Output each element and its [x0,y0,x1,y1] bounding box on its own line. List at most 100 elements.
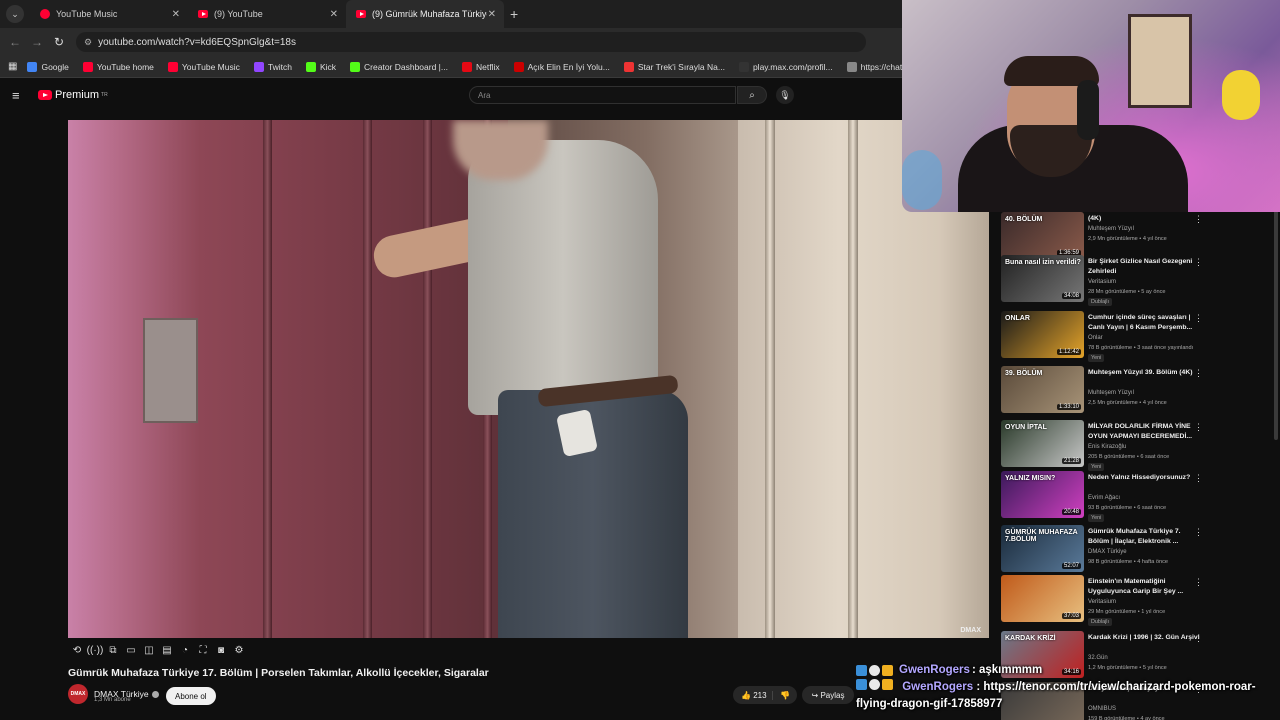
chat-username: GwenRogers [902,681,974,693]
recommendation-title[interactable]: (4K) [1088,214,1200,224]
recommendation-thumbnail[interactable]: YALNIZ MISIN? 20:48 [1001,471,1084,518]
recommendation-title[interactable]: Einstein'ın Matematiğini Uyguluyunca Gar… [1088,577,1200,597]
video-player[interactable]: DMAX [68,120,989,638]
share-button[interactable]: ↪ Paylaş [802,686,854,704]
loop-icon[interactable]: ⟲ [68,645,86,656]
new-tab-icon[interactable]: + [510,6,518,22]
bookmark-item[interactable]: Google [27,61,69,72]
recommendation-title[interactable]: Bir Şirket Gizlice Nasıl Gezegeni Zehirl… [1088,257,1200,277]
recommendation-channel[interactable]: Veritasium [1088,599,1116,605]
recommendation-thumbnail[interactable]: OYUN İPTAL 21:28 [1001,420,1084,467]
recommendation-channel[interactable]: Evrim Ağacı [1088,495,1120,501]
bits-badge-icon [869,665,880,676]
more-options-icon[interactable]: ⋮ [1194,473,1203,484]
more-options-icon[interactable]: ⋮ [1194,633,1203,644]
more-options-icon[interactable]: ⋮ [1194,257,1203,268]
channel-avatar[interactable]: DMAX [68,684,88,704]
recommendation-item[interactable]: YALNIZ MISIN? 20:48 Neden Yalnız Hissediyo… [1000,471,1280,525]
bookmark-favicon-icon [738,61,749,72]
bookmark-item[interactable]: Creator Dashboard |... [350,61,448,72]
recommendation-title[interactable]: Gümrük Muhafaza Türkiye 7. Bölüm | İlaçl… [1088,527,1200,547]
recommendation-thumbnail[interactable]: 40. BÖLÜM 1:36:59 [1001,212,1084,259]
apps-grid-icon[interactable]: ▦ [8,61,17,72]
audio-icon[interactable]: ((·)) [86,645,104,656]
cinema-icon[interactable]: ▭ [122,645,140,656]
more-options-icon[interactable]: ⋮ [1194,313,1203,324]
thumbnail-text: YALNIZ MISIN? [1005,475,1056,482]
pip-icon[interactable]: ◫ [140,645,158,656]
bookmark-item[interactable]: YouTube home [82,61,154,72]
speed-icon[interactable]: ◔ [176,645,194,656]
more-options-icon[interactable]: ⋮ [1194,527,1203,538]
recommendation-channel[interactable]: Enis Kirazoğlu [1088,444,1126,450]
browser-tab-youtube-music[interactable]: YouTube Music ✕ [30,0,188,28]
sub-badge-icon [856,665,867,676]
search-input[interactable]: Ara [469,86,736,104]
browser-tab-active-video[interactable]: (9) Gümrük Muhafaza Türkiye 1 ✕ [346,0,504,28]
recommendation-item[interactable]: 37:03 Einstein'ın Matematiğini Uyguluyunc… [1000,575,1280,629]
bookmark-item[interactable]: Twitch [253,61,292,72]
sub-badge-icon [856,679,867,690]
more-options-icon[interactable]: ⋮ [1194,368,1203,379]
bookmark-item[interactable]: play.max.com/profil... [738,61,833,72]
recommendation-item[interactable]: 39. BÖLÜM 1:33:10 Muhteşem Yüzyıl 39. Bölü… [1000,366,1280,420]
recommendation-thumbnail[interactable]: 37:03 [1001,575,1084,622]
bookmark-item[interactable]: Star Trek'i Sırayla Na... [623,61,725,72]
gear-icon[interactable]: ⚙ [230,645,248,656]
recommendation-channel[interactable]: Muhteşem Yüzyıl [1088,390,1134,396]
search-button[interactable]: ⌕ [737,86,767,104]
recommendation-title[interactable]: Muhteşem Yüzyıl 39. Bölüm (4K) [1088,368,1200,378]
recommendation-thumbnail[interactable]: Buna nasıl izin verildi? 34:08 [1001,255,1084,302]
back-icon[interactable]: ← [4,35,26,49]
tab-search-chevron-icon[interactable]: ⌄ [6,5,24,23]
subscribe-button[interactable]: Abone ol [166,687,216,705]
recommendation-item[interactable]: ONLAR 1:12:42 Cumhur içinde süreç savaşlar… [1000,311,1280,365]
stream-chat-overlay: GwenRogers : aşkımmmm GwenRogers : https… [856,662,1280,713]
forward-icon[interactable]: → [26,35,48,49]
recommendation-item[interactable]: OYUN İPTAL 21:28 MİLYAR DOLARLIK FİRMA YİN… [1000,420,1280,474]
close-tab-icon[interactable]: ✕ [330,9,338,20]
youtube-premium-logo[interactable]: Premium TR [38,89,108,101]
recommendation-thumbnail[interactable]: 39. BÖLÜM 1:33:10 [1001,366,1084,413]
pikachu-figure [1222,70,1260,120]
recommendation-channel[interactable]: 32.Gün [1088,655,1108,661]
more-options-icon[interactable]: ⋮ [1194,422,1203,433]
bookmark-item[interactable]: Açık Elin En İyi Yolu... [513,61,610,72]
close-tab-icon[interactable]: ✕ [488,9,496,20]
recommendation-channel[interactable]: Onlar [1088,335,1103,341]
recommendation-thumbnail[interactable]: ONLAR 1:12:42 [1001,311,1084,358]
recommendation-title[interactable]: MİLYAR DOLARLIK FİRMA YİNE OYUN YAPMAYI … [1088,422,1200,442]
recommendation-title[interactable]: Kardak Krizi | 1996 | 32. Gün Arşivi [1088,633,1200,643]
menu-hamburger-icon[interactable]: ≡ [12,88,26,103]
recommendation-channel[interactable]: DMAX Türkiye [1088,549,1127,555]
close-tab-icon[interactable]: ✕ [172,9,180,20]
bookmark-item[interactable]: Netflix [461,61,500,72]
like-button[interactable]: 👍 213 [733,690,773,700]
voice-search-button[interactable]: 🎙 [776,86,794,104]
channel-info[interactable]: DMAX DMAX Türkiye 1,3 Mn abone [68,684,159,704]
recommendation-channel[interactable]: Muhteşem Yüzyıl [1088,226,1134,232]
logo-text: Premium [55,89,100,101]
recommendation-title[interactable]: Neden Yalnız Hissediyorsunuz? [1088,473,1200,483]
reload-icon[interactable]: ↻ [48,35,70,49]
url-field[interactable]: ⚙ youtube.com/watch?v=kd6EQSpnGlg&t=18s [76,32,866,52]
dislike-button[interactable]: 👎 [773,691,797,700]
recommendation-item[interactable]: GÜMRÜK MUHAFAZA 7.BÖLÜM 52:07 Gümrük Muhaf… [1000,525,1280,579]
recommendation-meta: 98 B görüntüleme • 4 hafta önce [1088,559,1169,565]
thumbnail-text: GÜMRÜK MUHAFAZA 7.BÖLÜM [1005,529,1078,543]
fullscreen-icon[interactable]: ⛶ [194,645,212,656]
site-info-icon[interactable]: ⚙ [84,37,92,48]
theater-icon[interactable]: ▤ [158,645,176,656]
camera-icon[interactable]: ◙ [212,645,230,656]
more-options-icon[interactable]: ⋮ [1194,214,1203,225]
recommendation-title[interactable]: Cumhur içinde süreç savaşları | Canlı Ya… [1088,313,1200,333]
browser-tab-youtube[interactable]: (9) YouTube ✕ [188,0,346,28]
more-options-icon[interactable]: ⋮ [1194,577,1203,588]
screenshot-icon[interactable]: ⧉ [104,645,122,656]
recommendation-channel[interactable]: Veritasium [1088,279,1116,285]
recommendation-thumbnail[interactable]: GÜMRÜK MUHAFAZA 7.BÖLÜM 52:07 [1001,525,1084,572]
bookmark-item[interactable]: YouTube Music [167,61,240,72]
bookmark-item[interactable]: Kick [305,61,336,72]
recommendation-item[interactable]: Buna nasıl izin verildi? 34:08 Bir Şirket … [1000,255,1280,309]
container-lock-bar [363,120,372,638]
